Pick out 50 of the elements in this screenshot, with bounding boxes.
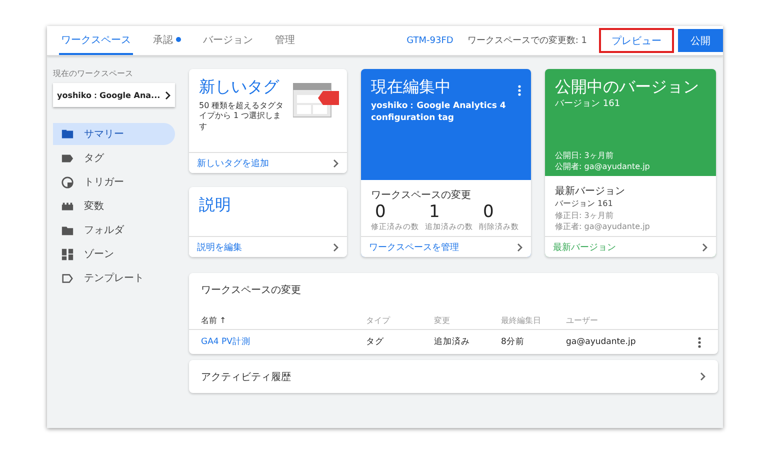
panel-title: ワークスペースの変更: [200, 284, 302, 298]
column-header[interactable]: 名前 ↑: [201, 314, 366, 326]
stat-value: 0: [374, 202, 387, 222]
item-link[interactable]: GA4 PV計測: [201, 336, 366, 348]
table-cell-text: ga@ayudante.jp: [566, 337, 637, 347]
edit-description-link[interactable]: 説明を編集: [189, 236, 347, 257]
modifier: 修正者: ga@ayudante.jp: [555, 220, 651, 232]
sidebar-item[interactable]: ゾーン: [53, 243, 175, 265]
workspace-selector[interactable]: yoshiko：Google Ana...: [53, 83, 175, 107]
card-title: 新しいタグ: [199, 77, 279, 98]
change-count: ワークスペースでの変更数: 1: [467, 34, 587, 47]
nav-tab[interactable]: ワークスペース: [59, 26, 133, 55]
sidebar-item[interactable]: トリガー: [53, 171, 175, 193]
sidebar-item[interactable]: テンプレート: [53, 267, 175, 289]
published-date: 公開日: 3ヶ月前: [555, 150, 614, 162]
stat-value: 0: [482, 202, 495, 222]
modified-date: 修正日: 3ヶ月前: [555, 210, 614, 221]
nav-tab[interactable]: 管理: [273, 26, 297, 55]
version-number: バージョン 161: [555, 98, 622, 111]
column-header: 変更: [434, 314, 451, 326]
table-cell-text: タグ: [366, 336, 385, 348]
publisher: 公開者: ga@ayudante.jp: [555, 161, 651, 172]
sidebar-item[interactable]: サマリー: [53, 123, 175, 145]
publish-button[interactable]: 公開: [678, 29, 723, 52]
container-id: GTM-93FD: [406, 36, 454, 46]
sidebar-item[interactable]: 変数: [53, 195, 175, 217]
section-title: ワークスペースの変更: [371, 188, 472, 202]
activity-history-row[interactable]: アクティビティ履歴: [189, 360, 718, 393]
nav-tab[interactable]: バージョン: [201, 26, 255, 55]
add-tag-link[interactable]: 新しいタグを追加: [189, 152, 347, 174]
card-description: 50 種類を超えるタグタイプから 1 つ選択します: [199, 101, 285, 132]
workspace-name: yoshiko：Google Analytics 4 configuration tag: [371, 101, 507, 125]
nav-tab[interactable]: 承認: [151, 26, 183, 55]
card-title: 説明: [199, 195, 231, 216]
preview-button[interactable]: プレビュー: [599, 28, 674, 53]
card-title: 現在編集中: [371, 77, 451, 98]
card-title: 公開中のバージョン: [555, 77, 699, 98]
sidebar-item[interactable]: フォルダ: [53, 219, 175, 241]
latest-version-number: バージョン 161: [555, 198, 614, 210]
manage-workspace-link[interactable]: ワークスペースを管理: [361, 236, 531, 257]
sidebar-item[interactable]: タグ: [53, 147, 175, 169]
table-cell-text: 追加済み: [434, 336, 471, 348]
latest-version-link[interactable]: 最新バージョン: [545, 236, 716, 257]
stat-value: 1: [428, 202, 441, 222]
table-cell-text: 8分前: [501, 336, 526, 348]
column-header: ユーザー: [566, 314, 599, 326]
workspace-label: 現在のワークスペース: [53, 68, 134, 79]
column-header: 最終編集日: [501, 314, 542, 326]
section-title: 最新バージョン: [555, 184, 626, 198]
column-header: タイプ: [366, 314, 392, 326]
